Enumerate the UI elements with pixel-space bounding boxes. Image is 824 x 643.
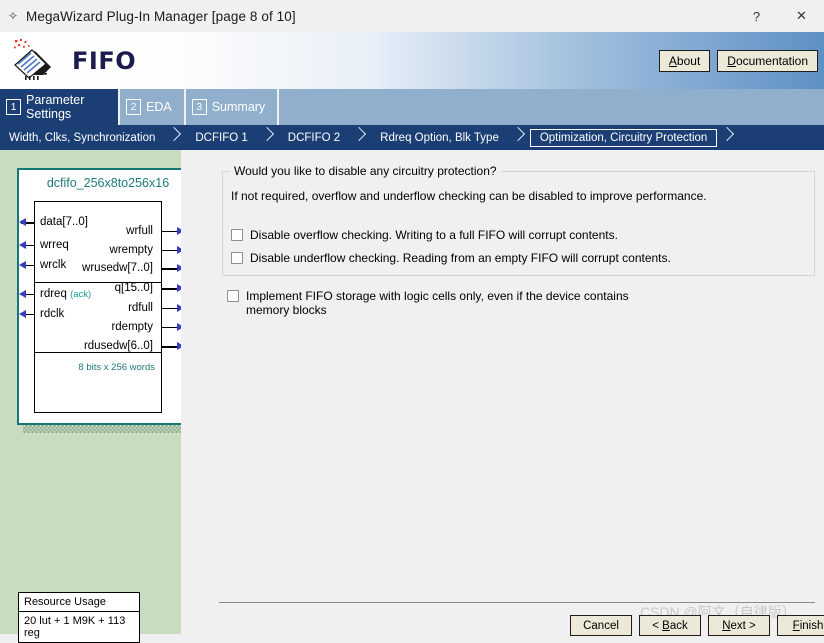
close-icon[interactable]: ✕ [779, 0, 824, 32]
checkbox-disable-overflow[interactable]: Disable overflow checking. Writing to a … [231, 228, 776, 242]
port-rdreq-label: rdreq [40, 288, 67, 300]
checkbox-disable-underflow[interactable]: Disable underflow checking. Reading from… [231, 251, 776, 265]
wire-wrusedw [162, 268, 178, 270]
back-button[interactable]: < Back [639, 615, 701, 636]
arrow-left-icon [19, 241, 26, 249]
breadcrumb-item-dcfifo-1[interactable]: DCFIFO 1 [186, 132, 256, 144]
port-data: data[7..0] [40, 216, 88, 228]
tab-label: Parameter Settings [26, 93, 106, 122]
checkbox-label: Disable overflow checking. Writing to a … [250, 228, 618, 242]
symbol-footer-note: 8 bits x 256 words [78, 362, 155, 373]
tab-label: Summary [212, 100, 265, 114]
breadcrumb-item-rdreq-option-blk-type[interactable]: Rdreq Option, Blk Type [371, 132, 508, 144]
banner-buttons: About Documentation [659, 50, 818, 72]
resource-usage-value: 20 lut + 1 M9K + 113 reg [19, 612, 139, 642]
title-bar: ✧ MegaWizard Plug-In Manager [page 8 of … [0, 0, 824, 33]
port-wrusedw: wrusedw[7..0] [82, 262, 153, 274]
breadcrumb: Width, Clks, Synchronization DCFIFO 1 DC… [0, 125, 824, 150]
port-wrempty: wrempty [110, 244, 153, 256]
wizard-footer-buttons: Cancel < Back Next > Finish [570, 615, 824, 636]
tab-label: EDA [146, 100, 172, 114]
next-button[interactable]: Next > [708, 615, 770, 636]
arrow-left-icon [19, 290, 26, 298]
tab-summary[interactable]: 3 Summary [186, 89, 279, 125]
banner-title: FIFO [72, 47, 136, 75]
tab-strip: 1 Parameter Settings 2 EDA 3 Summary [0, 89, 824, 125]
wire-q [162, 288, 178, 290]
arrow-left-icon [19, 310, 26, 318]
finish-button[interactable]: Finish [777, 615, 824, 636]
altera-chip-icon [10, 37, 68, 85]
tab-number: 3 [192, 99, 207, 115]
about-button-label-rest: bout [677, 54, 700, 68]
breadcrumb-item-dcfifo-2[interactable]: DCFIFO 2 [279, 132, 349, 144]
breadcrumb-item-optimization-circuitry-protection[interactable]: Optimization, Circuitry Protection [530, 129, 717, 147]
wire-rdfull [162, 308, 178, 309]
resource-usage-box: Resource Usage 20 lut + 1 M9K + 113 reg [18, 592, 140, 643]
wire-wrempty [162, 250, 178, 251]
tab-strip-filler [279, 89, 824, 125]
port-rdusedw: rdusedw[6..0] [84, 340, 153, 352]
port-wrfull: wrfull [126, 225, 153, 237]
checkbox-label: Implement FIFO storage with logic cells … [246, 289, 647, 317]
main-content: Would you like to disable any circuitry … [181, 150, 824, 634]
chevron-right-icon [717, 125, 739, 150]
symbol-divider-2 [34, 352, 162, 353]
window-controls: ? ✕ [734, 0, 824, 32]
tab-number: 2 [126, 99, 141, 115]
wire-rdempty [162, 327, 178, 328]
checkbox-implement-logic-cells[interactable]: Implement FIFO storage with logic cells … [227, 289, 647, 317]
group-description: If not required, overflow and underflow … [231, 189, 786, 204]
checkbox-label: Disable underflow checking. Reading from… [250, 251, 671, 265]
documentation-button-label-rest: ocumentation [736, 54, 808, 68]
port-rdreq: rdreq (ack) [40, 288, 91, 300]
chevron-right-icon [349, 125, 371, 150]
wire-rdusedw [162, 346, 178, 348]
banner: FIFO About Documentation [0, 32, 824, 89]
port-q: q[15..0] [115, 282, 153, 294]
port-rdempty: rdempty [111, 321, 153, 333]
tab-number: 1 [6, 99, 21, 115]
port-rdclk: rdclk [40, 308, 64, 320]
resource-usage-title: Resource Usage [19, 593, 139, 612]
chevron-right-icon [257, 125, 279, 150]
cancel-button[interactable]: Cancel [570, 615, 632, 636]
group-title: Would you like to disable any circuitry … [230, 164, 501, 178]
port-wrreq: wrreq [40, 239, 69, 251]
arrow-left-icon [19, 218, 26, 226]
breadcrumb-item-width-clks-synchronization[interactable]: Width, Clks, Synchronization [0, 132, 164, 144]
window-title: MegaWizard Plug-In Manager [page 8 of 10… [26, 9, 296, 24]
documentation-button[interactable]: Documentation [717, 50, 818, 72]
wizard-wand-icon: ✧ [0, 0, 26, 32]
checkbox-box-icon[interactable] [231, 252, 243, 264]
about-button[interactable]: About [659, 50, 710, 72]
tab-parameter-settings[interactable]: 1 Parameter Settings [0, 89, 120, 125]
arrow-left-icon [19, 261, 26, 269]
help-button[interactable]: ? [734, 0, 779, 32]
tab-eda[interactable]: 2 EDA [120, 89, 186, 125]
fifo-symbol-diagram: dcfifo_256x8to256x16 data[7..0] wrreq wr… [17, 168, 195, 425]
footer-separator [219, 602, 815, 603]
port-rdfull: rdfull [128, 302, 153, 314]
wire-wrfull [162, 231, 178, 232]
port-rdreq-annotation: (ack) [70, 289, 91, 300]
chevron-right-icon [164, 125, 186, 150]
chevron-right-icon [508, 125, 530, 150]
checkbox-box-icon[interactable] [231, 229, 243, 241]
port-wrclk: wrclk [40, 259, 66, 271]
symbol-name: dcfifo_256x8to256x16 [19, 176, 197, 190]
checkbox-box-icon[interactable] [227, 290, 239, 302]
